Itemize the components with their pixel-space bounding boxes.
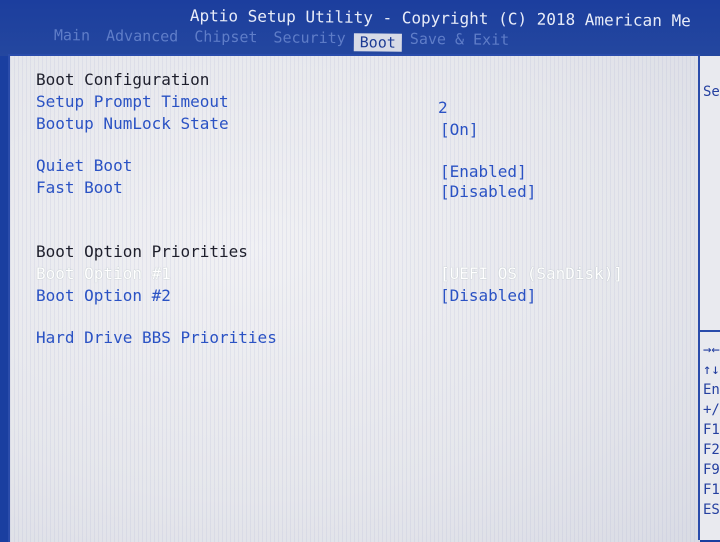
settings-panel: Boot Configuration Setup Prompt Timeout …	[8, 54, 700, 542]
help-panel: Se →← ↑↓ En +/ F1 F2 F9 F1 ES	[700, 56, 720, 540]
fast-boot-item[interactable]: Fast Boot	[36, 178, 123, 197]
header-bar: Aptio Setup Utility - Copyright (C) 2018…	[0, 0, 720, 56]
help-text: Se	[703, 84, 720, 100]
setup-prompt-timeout-item[interactable]: Setup Prompt Timeout	[36, 92, 229, 111]
app-title: Aptio Setup Utility - Copyright (C) 2018…	[189, 6, 691, 31]
bootup-numlock-value[interactable]: [On]	[440, 120, 479, 139]
boot-configuration-heading: Boot Configuration	[36, 70, 210, 89]
tab-advanced[interactable]: Advanced	[98, 27, 186, 50]
boot-option-2-item[interactable]: Boot Option #2	[36, 286, 171, 305]
key-hint-f10: F1	[703, 482, 720, 498]
key-hint-f1: F1	[703, 422, 720, 438]
quiet-boot-value[interactable]: [Enabled]	[440, 162, 527, 181]
tab-chipset[interactable]: Chipset	[186, 27, 265, 50]
fast-boot-value[interactable]: [Disabled]	[440, 182, 536, 201]
quiet-boot-item[interactable]: Quiet Boot	[36, 156, 132, 175]
boot-option-1-item[interactable]: Boot Option #1	[36, 264, 171, 283]
key-hint-enter: En	[703, 382, 720, 398]
setup-prompt-timeout-value[interactable]: 2	[438, 98, 448, 117]
hard-drive-bbs-priorities-item[interactable]: Hard Drive BBS Priorities	[36, 328, 277, 347]
boot-option-priorities-heading: Boot Option Priorities	[36, 242, 248, 261]
boot-option-1-value[interactable]: [UEFI OS (SanDisk)]	[440, 264, 623, 283]
tab-main[interactable]: Main	[46, 26, 98, 49]
tab-save-exit[interactable]: Save & Exit	[402, 30, 518, 53]
key-hint-change: +/	[703, 402, 720, 418]
tab-boot[interactable]: Boot	[353, 33, 402, 52]
key-hint-select-item: ↑↓	[703, 362, 720, 378]
key-hint-select-screen: →←	[703, 342, 720, 358]
help-divider	[700, 330, 720, 332]
tab-security[interactable]: Security	[265, 28, 353, 51]
key-hint-f2: F2	[703, 442, 720, 458]
key-hint-f9: F9	[703, 462, 720, 478]
bootup-numlock-item[interactable]: Bootup NumLock State	[36, 114, 229, 133]
key-hint-esc: ES	[703, 502, 720, 518]
boot-option-2-value[interactable]: [Disabled]	[440, 286, 536, 305]
tab-bar: Main Advanced Chipset Security Boot Save…	[46, 26, 518, 53]
